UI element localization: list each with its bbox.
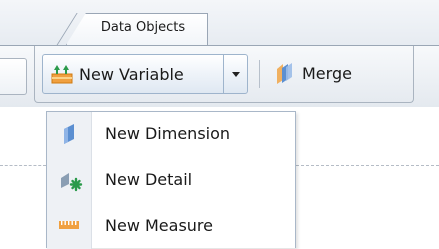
detail-icon <box>61 173 83 192</box>
dimension-icon <box>64 124 74 144</box>
menu-item-label: New Measure <box>105 216 213 235</box>
new-variable-menu: New Dimension New Detail New Measure <box>46 111 296 249</box>
new-variable-dropdown-arrow[interactable] <box>224 55 247 93</box>
toolbar-separator <box>259 60 260 88</box>
new-variable-split-button[interactable]: New Variable <box>42 54 248 94</box>
chevron-down-icon <box>231 71 240 77</box>
menu-item-label: New Detail <box>105 170 193 189</box>
menu-item-new-dimension[interactable]: New Dimension <box>47 114 295 154</box>
menu-item-new-measure[interactable]: New Measure <box>47 206 295 246</box>
previous-panel-group <box>0 58 27 95</box>
tab-data-objects-label: Data Objects <box>100 20 186 35</box>
measure-icon <box>59 221 79 229</box>
merge-icon <box>277 63 292 84</box>
menu-item-new-detail[interactable]: New Detail <box>47 160 295 200</box>
new-variable-label: New Variable <box>79 65 184 84</box>
merge-label: Merge <box>302 64 352 83</box>
divider-line-left <box>0 165 46 166</box>
merge-button[interactable]: Merge <box>266 54 366 94</box>
menu-item-label: New Dimension <box>105 124 231 143</box>
new-variable-button[interactable]: New Variable <box>43 55 223 93</box>
new-variable-icon <box>51 65 73 84</box>
divider-line-right <box>296 165 439 166</box>
